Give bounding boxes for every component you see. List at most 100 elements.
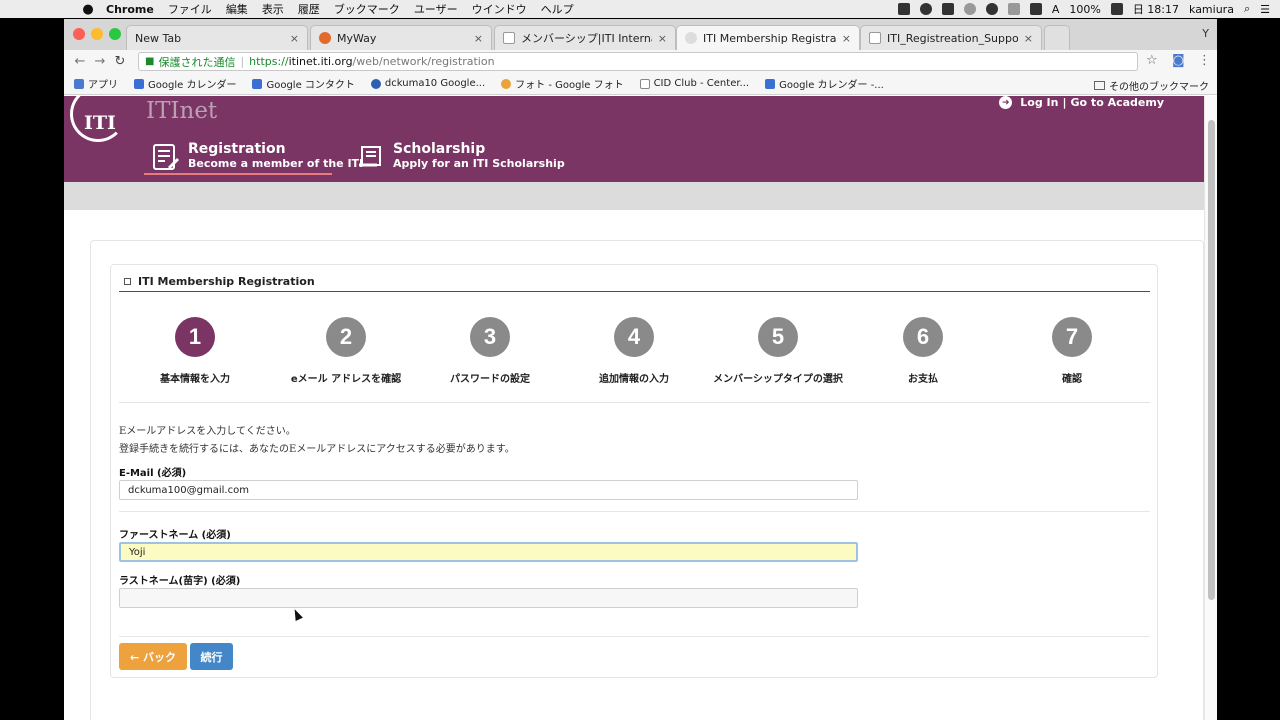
menu-file[interactable]: ファイル [168, 1, 212, 17]
tab-iti-registration[interactable]: ITI Membership Registration × [676, 25, 860, 50]
tab-close-icon[interactable]: × [842, 32, 851, 45]
url-path: /web/network/registration [352, 55, 495, 68]
tab-close-icon[interactable]: × [658, 32, 667, 45]
extension-icon[interactable]: ◙ [1172, 53, 1185, 68]
bookmark-google-contacts[interactable]: Google コンタクト [252, 76, 355, 91]
address-bar[interactable]: ■ 保護された通信 | https:// itinet.iti.org /web… [138, 52, 1138, 71]
step-label: 追加情報の入力 [599, 374, 669, 385]
bookmark-dckuma10[interactable]: dckuma10 Google... [370, 78, 485, 89]
menu-bookmarks[interactable]: ブックマーク [334, 1, 400, 17]
buttons-divider [119, 636, 1150, 637]
tab-close-icon[interactable]: × [1024, 32, 1033, 45]
step-5: 5 メンバーシップタイプの選択 [703, 317, 853, 385]
step-label: お支払 [908, 374, 938, 385]
last-name-field[interactable] [119, 588, 858, 608]
menu-chrome[interactable]: Chrome [106, 3, 154, 16]
step-label: メンバーシップタイプの選択 [713, 374, 843, 385]
bluetooth-icon[interactable] [1007, 3, 1020, 15]
nav-scholarship[interactable]: Scholarship Apply for an ITI Scholarship [357, 141, 565, 171]
form-instruction-detail: 登録手続きを続行するには、あなたのEメールアドレスにアクセスする必要があります。 [119, 444, 515, 455]
site-header: ITI ITInet ➜ Log In | Go to Academy Regi… [64, 96, 1204, 182]
collapse-square-icon[interactable] [124, 278, 131, 285]
tab-title: ITI_Registreation_Support_For [887, 31, 1018, 45]
tab-myway[interactable]: MyWay × [310, 25, 492, 50]
step-4: 4 追加情報の入力 [559, 317, 709, 385]
bookmark-apps[interactable]: アプリ [74, 76, 118, 91]
time-machine-icon[interactable] [963, 3, 976, 15]
bookmark-star-icon[interactable]: ☆ [1146, 53, 1158, 68]
step-number: 3 [470, 317, 510, 357]
bookmark-google-photos[interactable]: フォト - Google フォト [501, 76, 624, 91]
apple-menu-icon[interactable]: ● [80, 1, 96, 17]
window-zoom-icon[interactable] [109, 28, 121, 40]
browser-window: New Tab × MyWay × メンバーシップ|ITI Internatio… [64, 19, 1217, 720]
browser-toolbar: ← → ↻ ■ 保護された通信 | https:// itinet.iti.or… [64, 50, 1217, 73]
menu-user-name[interactable]: kamiura [1189, 3, 1234, 16]
login-link[interactable]: Log In [1020, 96, 1058, 109]
bookmarks-bar: アプリ Google カレンダー Google コンタクト dckuma10 G… [64, 73, 1217, 95]
tab-close-icon[interactable]: × [290, 32, 299, 45]
steps-divider [119, 402, 1150, 403]
battery-percent[interactable]: 100% [1069, 3, 1100, 16]
bookmark-cid-club[interactable]: CID Club - Center... [639, 78, 749, 89]
window-minimize-icon[interactable] [91, 28, 103, 40]
vpn-icon[interactable] [919, 3, 932, 15]
email-field[interactable] [119, 480, 858, 500]
chrome-menu-icon[interactable]: ⋮ [1198, 53, 1211, 68]
sub-header-band [64, 182, 1204, 210]
step-label: 基本情報を入力 [160, 374, 230, 385]
registration-form-icon [153, 144, 180, 170]
academy-link[interactable]: Go to Academy [1071, 96, 1164, 109]
contacts-icon [252, 78, 263, 89]
bookmark-google-calendar[interactable]: Google カレンダー [134, 76, 236, 91]
scrollbar-thumb[interactable] [1208, 120, 1215, 600]
step-label: 確認 [1062, 374, 1082, 385]
first-name-field[interactable] [119, 542, 858, 562]
back-arrow-icon[interactable]: ← [70, 54, 90, 69]
menu-user[interactable]: ユーザー [414, 1, 458, 17]
step-1: 1 基本情報を入力 [120, 317, 270, 385]
reload-icon[interactable]: ↻ [110, 54, 130, 69]
input-source-indicator[interactable]: A [1052, 3, 1060, 16]
volume-icon[interactable] [1029, 3, 1042, 15]
profile-button[interactable]: Y [1202, 27, 1209, 40]
menu-edit[interactable]: 編集 [226, 1, 248, 17]
lock-icon[interactable]: ■ [145, 56, 154, 67]
menu-window[interactable]: ウインドウ [472, 1, 527, 17]
forward-arrow-icon[interactable]: → [90, 54, 110, 69]
bookmark-label: Google カレンダー -... [779, 80, 884, 91]
tab-new-tab[interactable]: New Tab × [126, 25, 308, 50]
page-icon [639, 78, 650, 89]
mac-menu-bar: ● Chrome ファイル 編集 表示 履歴 ブックマーク ユーザー ウインドウ… [0, 0, 1280, 18]
tab-membership[interactable]: メンバーシップ|ITI International × [494, 25, 676, 50]
login-arrow-icon: ➜ [999, 96, 1013, 109]
header-links: ➜ Log In | Go to Academy [999, 96, 1164, 109]
tab-support-form[interactable]: ITI_Registreation_Support_For × [860, 25, 1042, 50]
new-tab-button[interactable] [1044, 25, 1070, 50]
continue-button[interactable]: 続行 [190, 643, 233, 670]
menu-view[interactable]: 表示 [262, 1, 284, 17]
panel-title-text: ITI Membership Registration [138, 275, 315, 288]
site-logo[interactable]: ITI [84, 112, 116, 134]
dropbox-icon[interactable] [941, 3, 954, 15]
battery-icon[interactable] [1110, 3, 1123, 15]
wifi-icon[interactable] [985, 3, 998, 15]
site-brand[interactable]: ITInet [146, 98, 217, 124]
menu-history[interactable]: 履歴 [298, 1, 320, 17]
spotlight-icon[interactable]: ⌕ [1244, 2, 1250, 16]
screen: ● Chrome ファイル 編集 表示 履歴 ブックマーク ユーザー ウインドウ… [0, 0, 1280, 720]
menu-help[interactable]: ヘルプ [541, 1, 574, 17]
bookmark-google-calendar-2[interactable]: Google カレンダー -... [765, 76, 884, 91]
tab-close-icon[interactable]: × [474, 32, 483, 45]
nav-registration[interactable]: Registration Become a member of the ITI [152, 141, 363, 171]
menu-clock[interactable]: 日 18:17 [1133, 1, 1179, 17]
back-button[interactable]: ← バック [119, 643, 187, 670]
window-close-icon[interactable] [73, 28, 85, 40]
screen-record-icon[interactable] [897, 3, 910, 15]
bookmark-label: Google カレンダー [148, 80, 237, 91]
notification-center-icon[interactable]: ☰ [1260, 3, 1270, 16]
folder-icon [1094, 81, 1105, 90]
page-scrollbar[interactable] [1204, 96, 1217, 720]
bookmark-other[interactable]: その他のブックマーク [1094, 78, 1209, 93]
account-icon [370, 78, 381, 89]
